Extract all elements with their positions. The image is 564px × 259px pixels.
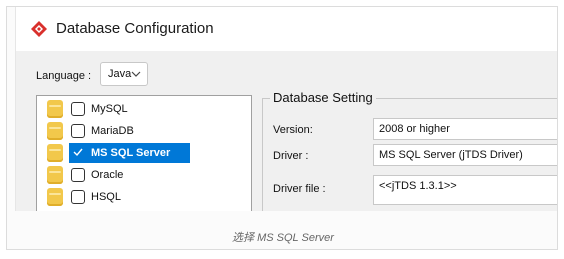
database-icon	[47, 166, 63, 184]
database-setting-group: Database Setting Version: 2008 or higher…	[262, 90, 557, 211]
driver-label: Driver :	[273, 150, 309, 162]
database-item-label: Oracle	[91, 169, 124, 181]
language-value: Java	[108, 68, 132, 80]
database-checkbox[interactable]	[71, 124, 85, 138]
database-item-hsql[interactable]: HSQL	[37, 186, 253, 208]
driver-file-field[interactable]: <<jTDS 1.3.1>>	[373, 175, 557, 205]
language-select[interactable]: Java	[100, 62, 148, 86]
version-field[interactable]: 2008 or higher	[373, 118, 557, 140]
driver-field[interactable]: MS SQL Server (jTDS Driver)	[373, 144, 557, 166]
figure-caption: 选择 MS SQL Server	[232, 232, 334, 244]
database-item-label: MySQL	[91, 103, 128, 115]
app-logo-icon	[31, 21, 47, 37]
group-title: Database Setting	[270, 90, 376, 105]
database-checkbox[interactable]	[71, 168, 85, 182]
database-item-mariadb[interactable]: MariaDB	[37, 120, 253, 142]
language-label: Language :	[36, 70, 92, 82]
driver-value: MS SQL Server (jTDS Driver)	[379, 149, 523, 161]
check-icon	[73, 148, 83, 157]
database-icon	[47, 144, 63, 162]
database-item-label: HSQL	[91, 191, 121, 203]
database-item-oracle[interactable]: Oracle	[37, 164, 253, 186]
database-item-mysql[interactable]: MySQL	[37, 98, 253, 120]
driver-file-label: Driver file :	[273, 183, 326, 195]
chevron-down-icon	[131, 71, 141, 77]
driver-file-value: <<jTDS 1.3.1>>	[379, 180, 457, 192]
database-configuration-dialog: Database Configuration Language : Java M…	[15, 7, 557, 211]
database-item-label: MariaDB	[91, 125, 134, 137]
database-icon	[47, 188, 63, 206]
version-label: Version:	[273, 124, 313, 136]
version-value: 2008 or higher	[379, 123, 450, 135]
database-icon	[47, 122, 63, 140]
database-icon	[47, 100, 63, 118]
database-list[interactable]: MySQL MariaDB MS SQL Server Oracle HSQL	[36, 95, 252, 211]
screenshot-frame: Database Configuration Language : Java M…	[6, 6, 558, 250]
database-item-mssql[interactable]: MS SQL Server	[37, 142, 253, 164]
database-checkbox[interactable]	[71, 102, 85, 116]
database-checkbox[interactable]	[71, 190, 85, 204]
database-item-label: MS SQL Server	[91, 147, 171, 159]
title-bar: Database Configuration	[16, 7, 557, 51]
window-title: Database Configuration	[56, 20, 214, 37]
